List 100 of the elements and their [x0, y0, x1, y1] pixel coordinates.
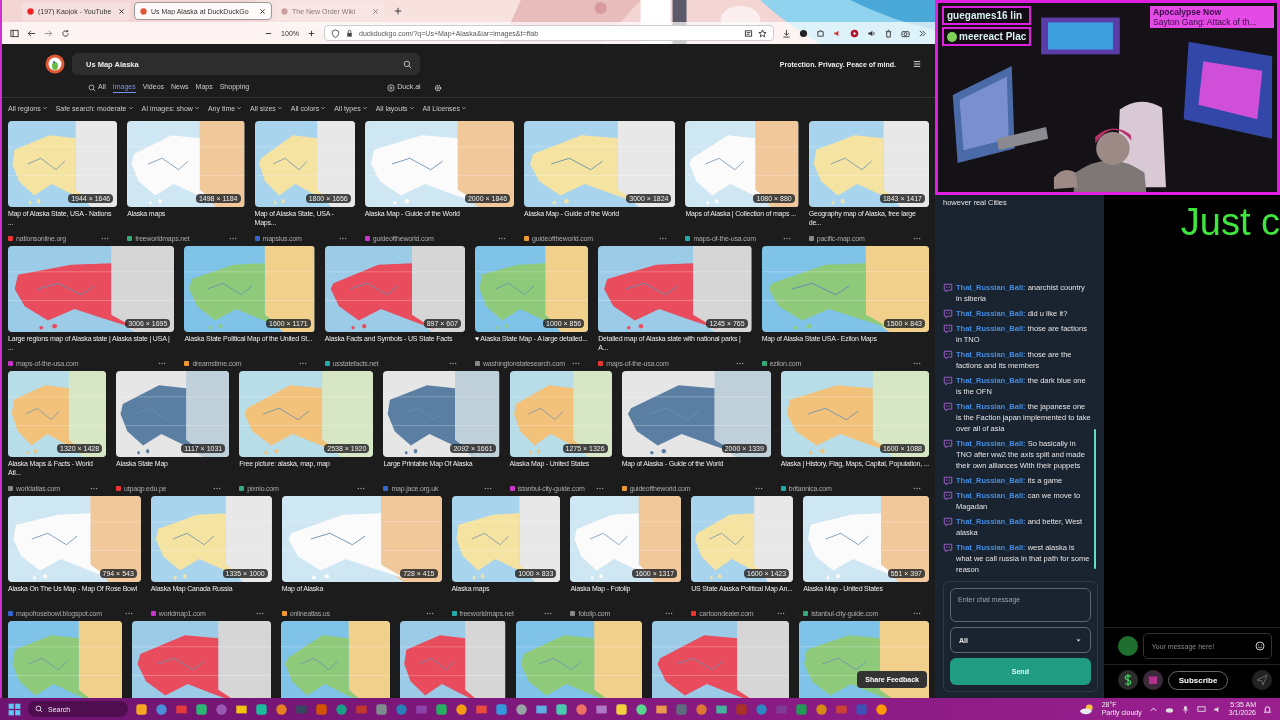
chat-bubble-icon [943, 402, 953, 412]
more-icon[interactable] [595, 486, 604, 490]
app-icon[interactable] [555, 702, 568, 716]
favicon-icon [691, 610, 697, 616]
chevrons-icon[interactable] [918, 28, 927, 38]
more-icon[interactable] [255, 611, 264, 615]
app-icon[interactable] [155, 702, 168, 716]
menu-icon[interactable] [913, 60, 921, 68]
more-icon[interactable] [101, 236, 110, 240]
more-icon[interactable] [665, 611, 674, 615]
more-icon[interactable] [213, 486, 222, 490]
close-icon[interactable] [118, 7, 125, 15]
favicon-icon [324, 360, 330, 366]
app-icon[interactable] [615, 702, 628, 716]
avatar-icon [1117, 636, 1138, 656]
more-icon[interactable] [913, 361, 921, 365]
more-icon[interactable] [572, 361, 581, 365]
sidebar-icon[interactable] [10, 28, 19, 38]
more-icon[interactable] [782, 236, 791, 240]
more-icon[interactable] [913, 236, 921, 240]
reload-icon[interactable] [61, 28, 70, 38]
more-icon[interactable] [449, 361, 457, 365]
dollar-icon[interactable] [1117, 670, 1138, 690]
plus-icon[interactable] [394, 7, 402, 15]
app-icon[interactable] [815, 702, 828, 716]
app-icon[interactable] [875, 702, 888, 716]
chat-bubble-icon [943, 517, 953, 527]
app-icon[interactable] [635, 702, 648, 716]
back-arrow-icon[interactable] [27, 28, 36, 38]
app-icon[interactable] [275, 702, 288, 716]
microphone-icon[interactable] [1180, 704, 1190, 714]
more-icon[interactable] [544, 611, 553, 615]
subscribe-button[interactable]: Subscribe [1167, 670, 1229, 690]
chat-bubble-icon [943, 376, 953, 386]
windows-icon[interactable] [8, 702, 21, 716]
more-icon[interactable] [913, 486, 921, 490]
more-icon[interactable] [659, 236, 668, 240]
puzzle-icon[interactable] [816, 28, 825, 38]
search-icon [88, 83, 96, 92]
app-icon[interactable] [695, 702, 708, 716]
app-icon[interactable] [575, 702, 588, 716]
app-icon[interactable] [495, 702, 508, 716]
download-icon[interactable] [782, 28, 791, 38]
shield-icon [331, 28, 340, 38]
more-icon[interactable] [483, 486, 492, 490]
smiley-icon[interactable] [1255, 641, 1265, 651]
more-icon[interactable] [735, 361, 744, 365]
caret-icon [276, 105, 283, 111]
search-icon[interactable] [403, 59, 412, 69]
lock-icon [345, 28, 354, 38]
bell-icon[interactable] [1263, 704, 1272, 714]
send-icon[interactable] [1252, 670, 1272, 690]
caret-icon [408, 105, 415, 111]
favicon-icon [254, 235, 260, 241]
more-icon[interactable] [228, 236, 237, 240]
caret-icon [361, 105, 368, 111]
app-icon[interactable] [335, 702, 348, 716]
trash-icon[interactable] [884, 28, 893, 38]
more-icon[interactable] [158, 361, 167, 365]
overlay-ticker: meereact Plac [942, 27, 1032, 46]
more-icon[interactable] [124, 611, 133, 615]
more-icon[interactable] [298, 361, 307, 365]
display-icon[interactable] [1196, 704, 1206, 714]
forward-arrow-icon[interactable] [44, 28, 53, 38]
app-icon[interactable] [515, 702, 528, 716]
app-icon[interactable] [375, 702, 388, 716]
app-icon[interactable] [455, 702, 468, 716]
more-icon[interactable] [357, 486, 366, 490]
more-icon[interactable] [338, 236, 347, 240]
reader-icon[interactable] [744, 28, 753, 38]
favicon-icon [281, 7, 288, 15]
more-icon[interactable] [498, 236, 507, 240]
more-icon[interactable] [754, 486, 763, 490]
play-logo-icon [947, 31, 957, 42]
gift-icon[interactable] [1142, 670, 1163, 690]
more-icon[interactable] [90, 486, 99, 490]
camera-icon[interactable] [901, 28, 910, 38]
circle-icon[interactable] [799, 28, 808, 38]
caret-icon [193, 105, 200, 111]
close-icon[interactable] [259, 7, 266, 15]
app-icon[interactable] [255, 702, 268, 716]
settings-icon[interactable] [433, 83, 442, 92]
more-icon[interactable] [425, 611, 434, 615]
more-icon[interactable] [913, 611, 921, 615]
favicon-icon [685, 235, 691, 241]
app-icon[interactable] [195, 702, 208, 716]
chat-bubble-icon [943, 350, 953, 360]
scrollbar[interactable] [1093, 429, 1096, 569]
more-icon[interactable] [777, 611, 786, 615]
duck-logo-icon[interactable] [45, 54, 65, 74]
zoom-in-icon[interactable] [307, 28, 316, 38]
favicon-icon [451, 610, 457, 616]
app-icon[interactable] [135, 702, 148, 716]
star-icon[interactable] [758, 28, 767, 38]
chat-bubble-icon [943, 309, 953, 319]
favicon-icon [509, 485, 515, 491]
chat-bubble-icon [943, 439, 953, 449]
overlay-ticker: guegames16 lin [942, 6, 1032, 25]
play-icon[interactable] [850, 28, 859, 38]
app-icon[interactable] [435, 702, 448, 716]
